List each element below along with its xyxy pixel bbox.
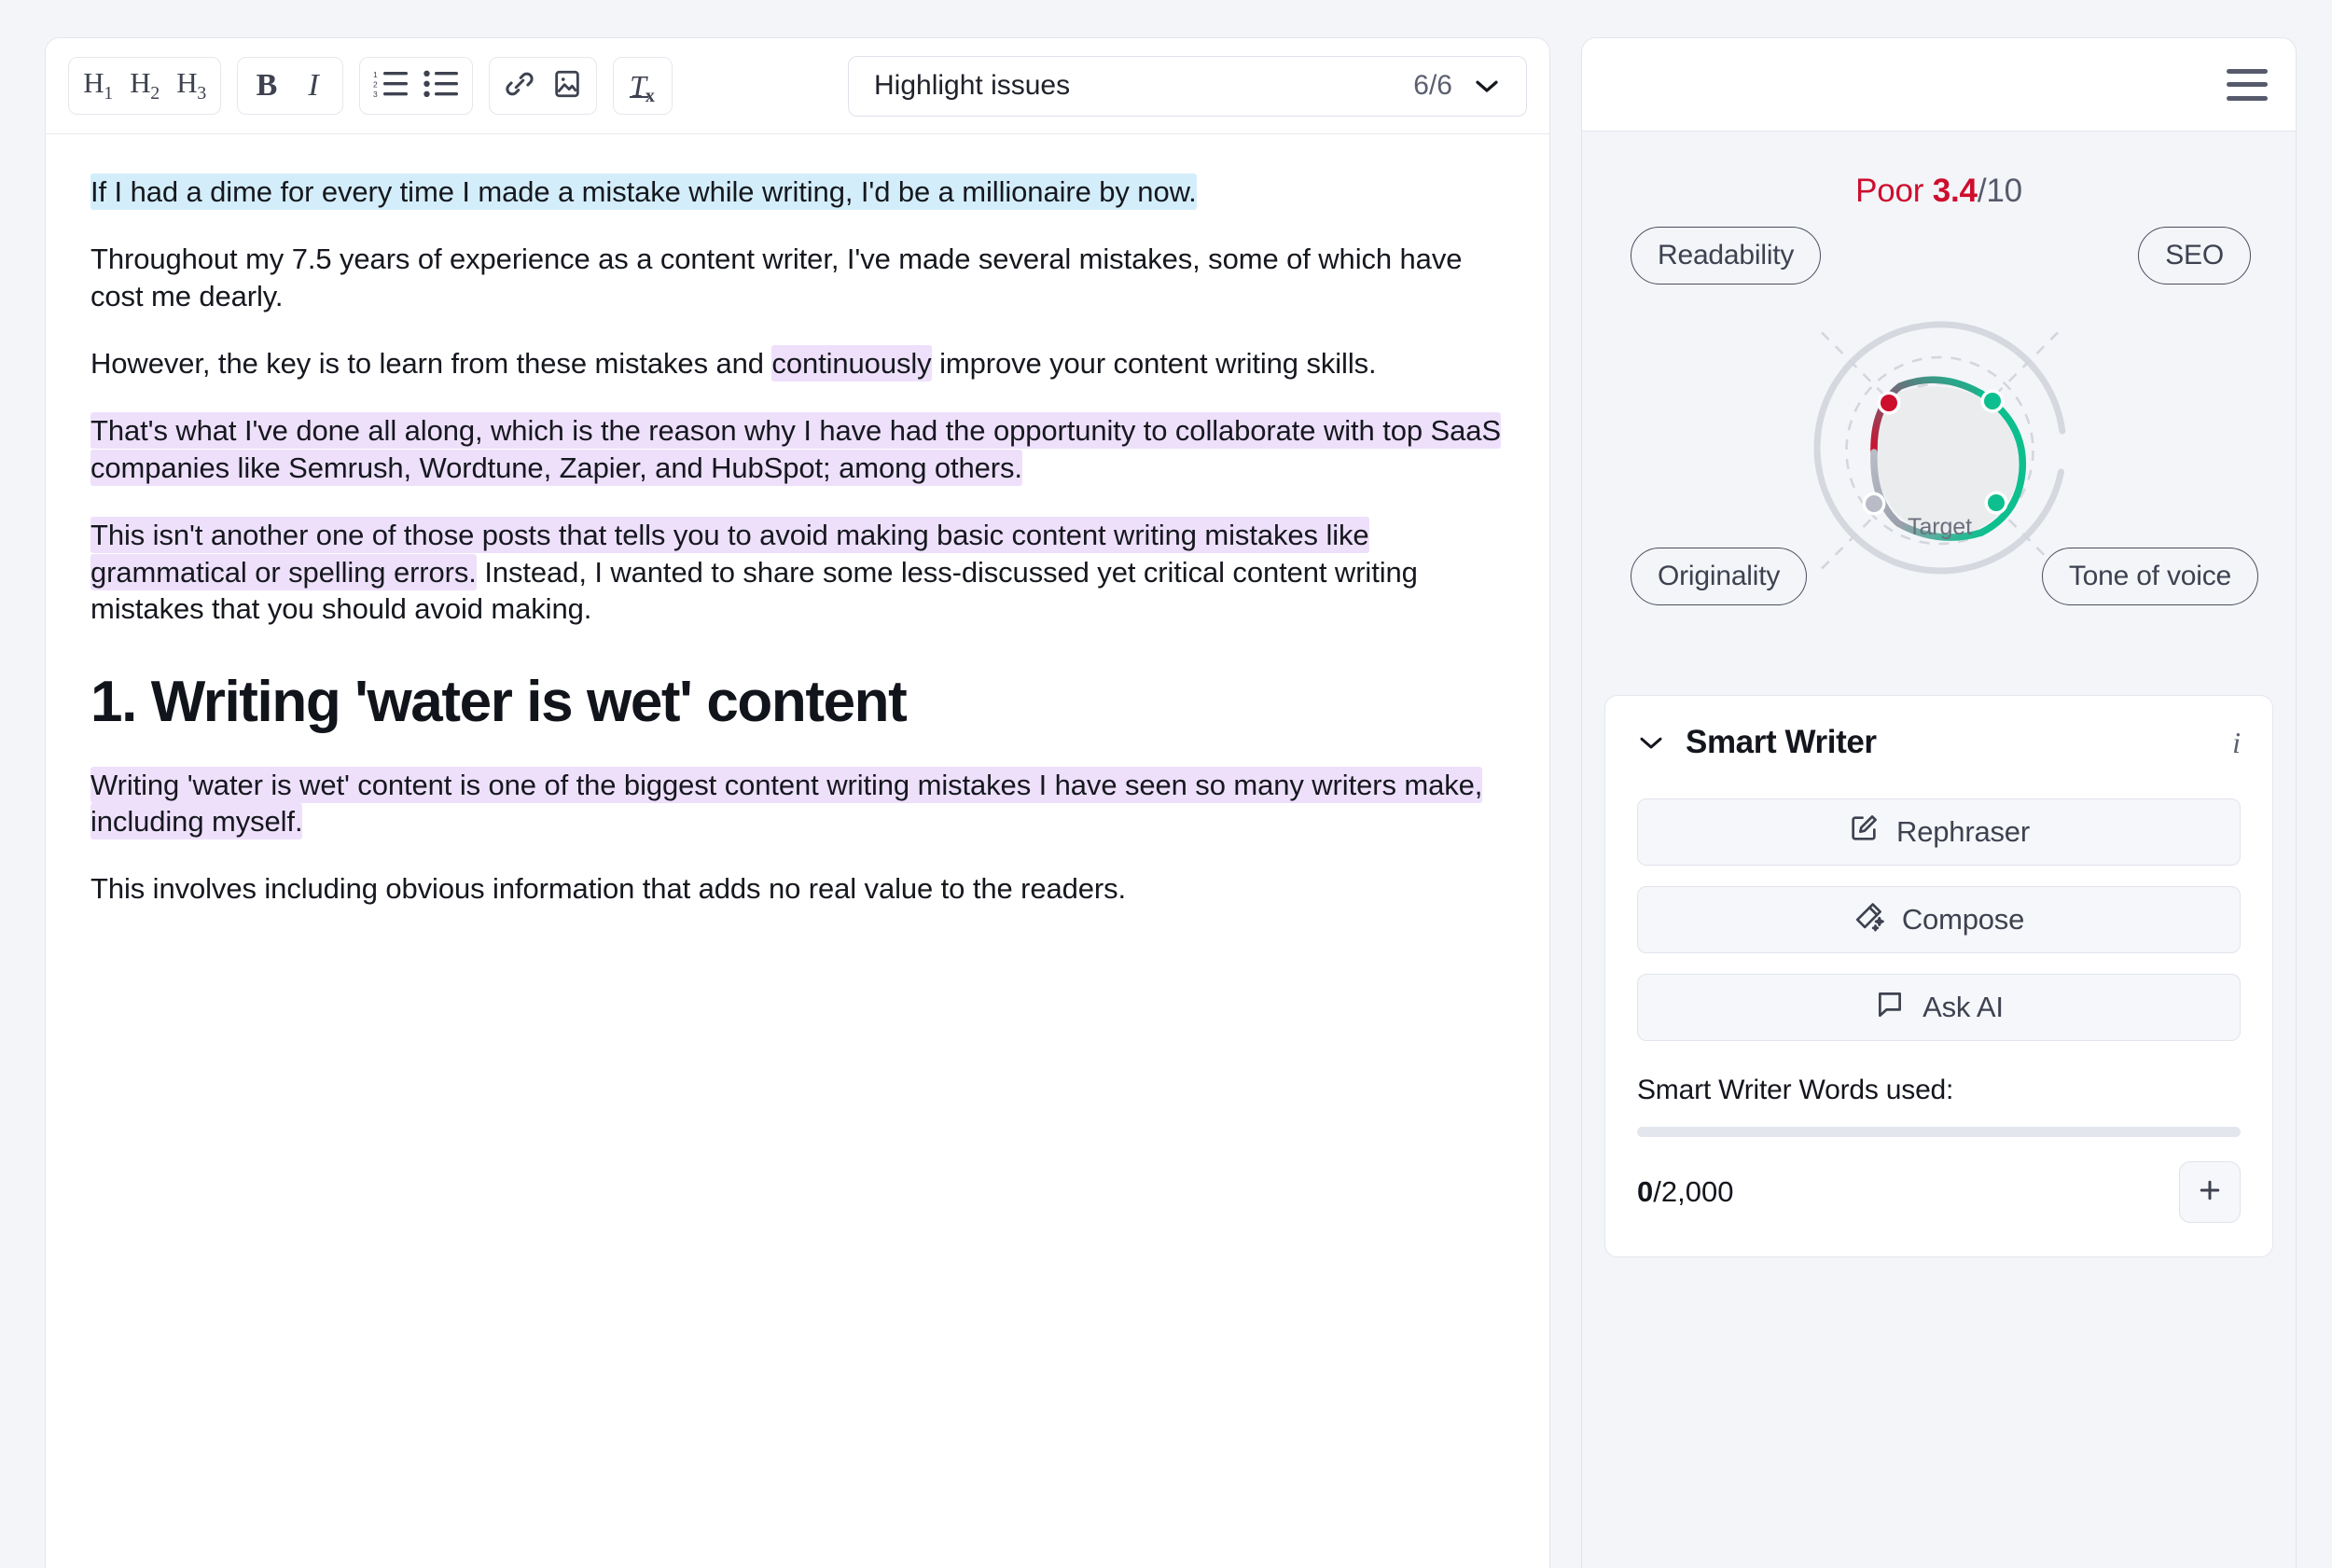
document-paragraph: Throughout my 7.5 years of experience as… bbox=[90, 241, 1505, 314]
svg-text:2: 2 bbox=[373, 79, 378, 89]
pill-readability-label: Readability bbox=[1658, 240, 1795, 271]
point-tone-of-voice bbox=[1988, 494, 2005, 511]
app-root: H1 H2 H3 B I 1 2 3 Tx Highlight issues 6… bbox=[0, 0, 2332, 1568]
score-rating-word: Poor bbox=[1855, 173, 1924, 209]
highlight-issues-count: 6/6 bbox=[1413, 70, 1452, 101]
pill-originality[interactable]: Originality bbox=[1631, 548, 1808, 605]
document-paragraph: This involves including obvious informat… bbox=[90, 870, 1505, 907]
bullet-list-button[interactable] bbox=[416, 62, 466, 109]
analysis-sidebar: Poor 3.4/10 Readability SEO Originality … bbox=[1581, 37, 2297, 1568]
words-count-row: 0/2,000 bbox=[1637, 1161, 2241, 1223]
italic-label: I bbox=[308, 68, 319, 103]
svg-text:3: 3 bbox=[373, 90, 378, 99]
rephraser-label: Rephraser bbox=[1896, 815, 2030, 848]
heading-button-group: H1 H2 H3 bbox=[68, 57, 221, 115]
heading-3-button[interactable]: H3 bbox=[168, 62, 215, 109]
chat-bubble-icon bbox=[1874, 988, 1906, 1027]
score-region: Poor 3.4/10 Readability SEO Originality … bbox=[1582, 132, 2296, 656]
point-seo bbox=[1984, 393, 2001, 409]
bold-label: B bbox=[256, 68, 278, 103]
clear-formatting-button[interactable]: Tx bbox=[619, 62, 666, 109]
pill-readability[interactable]: Readability bbox=[1631, 227, 1822, 284]
document-paragraph: However, the key is to learn from these … bbox=[90, 345, 1505, 382]
highlighted-text-purple[interactable]: That's what I've done all along, which i… bbox=[90, 412, 1501, 486]
link-button[interactable] bbox=[495, 62, 544, 109]
ordered-list-icon: 1 2 3 bbox=[373, 69, 409, 104]
magic-wand-icon bbox=[1853, 900, 1885, 939]
pill-tone-of-voice[interactable]: Tone of voice bbox=[2041, 548, 2258, 605]
pill-seo-label: SEO bbox=[2165, 240, 2224, 271]
highlighted-text-purple[interactable]: continuously bbox=[771, 345, 932, 382]
heading-3-label: H3 bbox=[176, 66, 206, 104]
heading-1-button[interactable]: H1 bbox=[75, 62, 121, 109]
add-words-button[interactable] bbox=[2179, 1161, 2241, 1223]
highlighted-text-blue[interactable]: If I had a dime for every time I made a … bbox=[90, 173, 1197, 210]
document-heading: 1. Writing 'water is wet' content bbox=[90, 670, 1505, 734]
heading-2-label: H2 bbox=[130, 66, 160, 104]
heading-2-button[interactable]: H2 bbox=[121, 62, 168, 109]
plus-icon bbox=[2196, 1176, 2224, 1209]
ask-ai-label: Ask AI bbox=[1923, 991, 2004, 1023]
clear-format-icon: Tx bbox=[630, 68, 655, 106]
hamburger-icon[interactable] bbox=[2227, 68, 2268, 101]
ask-ai-button[interactable]: Ask AI bbox=[1637, 974, 2241, 1041]
document-body[interactable]: If I had a dime for every time I made a … bbox=[46, 134, 1549, 1568]
target-label: Target bbox=[1908, 514, 1972, 540]
overall-score: Poor 3.4/10 bbox=[1582, 173, 2296, 210]
clear-format-group: Tx bbox=[613, 57, 673, 115]
rephraser-button[interactable]: Rephraser bbox=[1637, 798, 2241, 866]
plain-text: However, the key is to learn from these … bbox=[90, 347, 772, 381]
heading-1-label: H1 bbox=[83, 66, 113, 104]
highlighted-text-purple[interactable]: Writing 'water is wet' content is one of… bbox=[90, 766, 1482, 840]
compose-button[interactable]: Compose bbox=[1637, 886, 2241, 953]
chevron-down-icon bbox=[1473, 76, 1501, 95]
document-paragraph: This isn't another one of those posts th… bbox=[90, 517, 1505, 627]
highlight-issues-select[interactable]: Highlight issues 6/6 bbox=[848, 55, 1527, 117]
score-value: 3.4 bbox=[1932, 173, 1978, 209]
document-paragraph: Writing 'water is wet' content is one of… bbox=[90, 766, 1505, 840]
radar-chart: Readability SEO Originality Tone of voic… bbox=[1582, 217, 2296, 656]
insert-group bbox=[489, 57, 597, 115]
image-button[interactable] bbox=[544, 62, 590, 109]
highlight-issues-label: Highlight issues bbox=[874, 70, 1071, 101]
point-originality bbox=[1866, 495, 1882, 512]
pill-tone-of-voice-label: Tone of voice bbox=[2068, 561, 2231, 591]
plain-text: This involves including obvious informat… bbox=[90, 872, 1127, 906]
sidebar-header bbox=[1582, 38, 2296, 132]
editor-toolbar: H1 H2 H3 B I 1 2 3 Tx Highlight issues 6… bbox=[46, 38, 1549, 134]
words-progress-bar bbox=[1637, 1127, 2241, 1137]
words-count: 0/2,000 bbox=[1637, 1175, 1733, 1209]
words-used-value: 0 bbox=[1637, 1175, 1654, 1208]
text-style-group: B I bbox=[237, 57, 343, 115]
edit-square-icon bbox=[1848, 812, 1880, 852]
info-icon[interactable]: i bbox=[2232, 726, 2241, 760]
bullet-list-icon bbox=[423, 69, 459, 104]
chevron-down-icon[interactable] bbox=[1637, 733, 1665, 752]
point-readability bbox=[1881, 395, 1897, 411]
editor-card: H1 H2 H3 B I 1 2 3 Tx Highlight issues 6… bbox=[45, 37, 1550, 1568]
pill-originality-label: Originality bbox=[1658, 561, 1781, 591]
image-icon bbox=[551, 68, 583, 104]
document-paragraph: If I had a dime for every time I made a … bbox=[90, 173, 1505, 210]
pill-seo[interactable]: SEO bbox=[2138, 227, 2251, 284]
plain-text: improve your content writing skills. bbox=[931, 347, 1377, 381]
compose-label: Compose bbox=[1901, 903, 2025, 936]
ordered-list-button[interactable]: 1 2 3 bbox=[366, 62, 416, 109]
italic-button[interactable]: I bbox=[290, 62, 337, 109]
plain-text: Throughout my 7.5 years of experience as… bbox=[90, 243, 1463, 312]
words-total-value: /2,000 bbox=[1653, 1175, 1734, 1208]
bold-button[interactable]: B bbox=[243, 62, 290, 109]
score-denominator: /10 bbox=[1977, 173, 2022, 209]
document-paragraph: That's what I've done all along, which i… bbox=[90, 412, 1505, 486]
words-used-label: Smart Writer Words used: bbox=[1637, 1075, 1954, 1105]
link-icon bbox=[503, 67, 536, 105]
plain-text: 1. Writing 'water is wet' content bbox=[90, 670, 908, 735]
list-group: 1 2 3 bbox=[359, 57, 473, 115]
smart-writer-card: Smart Writer i Rephraser Compose Ask AI … bbox=[1604, 695, 2273, 1257]
smart-writer-title: Smart Writer bbox=[1686, 724, 1877, 760]
smart-writer-header: Smart Writer i bbox=[1637, 724, 2241, 761]
svg-text:1: 1 bbox=[373, 70, 378, 79]
